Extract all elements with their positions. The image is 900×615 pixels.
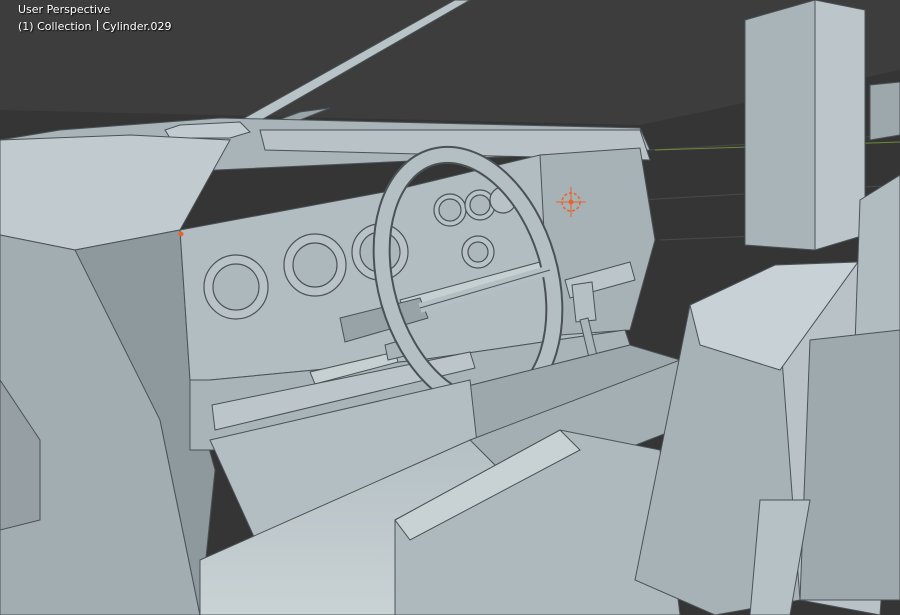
- gauge-2: [283, 233, 347, 297]
- rear-structure: [869, 81, 900, 141]
- right-seat-back: [854, 174, 900, 346]
- vertex-marker: [178, 231, 184, 237]
- info-separator: [96, 20, 98, 31]
- view-info: (1) Collection Cylinder.029: [18, 20, 172, 33]
- right-seat-cushion: [799, 329, 900, 601]
- collection-label: (1) Collection: [18, 20, 92, 33]
- rear-headrest-side: [814, 0, 866, 251]
- 3d-viewport[interactable]: User Perspective (1) Collection Cylinder.…: [0, 0, 900, 615]
- gauge-4: [433, 193, 467, 227]
- gauge-1: [203, 254, 269, 320]
- active-object-label: Cylinder.029: [102, 20, 172, 33]
- car-interior-mesh-render[interactable]: [0, 0, 900, 615]
- gear-lever-base: [571, 281, 597, 323]
- view-mode-label: User Perspective: [18, 3, 111, 16]
- gauge-7: [461, 235, 495, 269]
